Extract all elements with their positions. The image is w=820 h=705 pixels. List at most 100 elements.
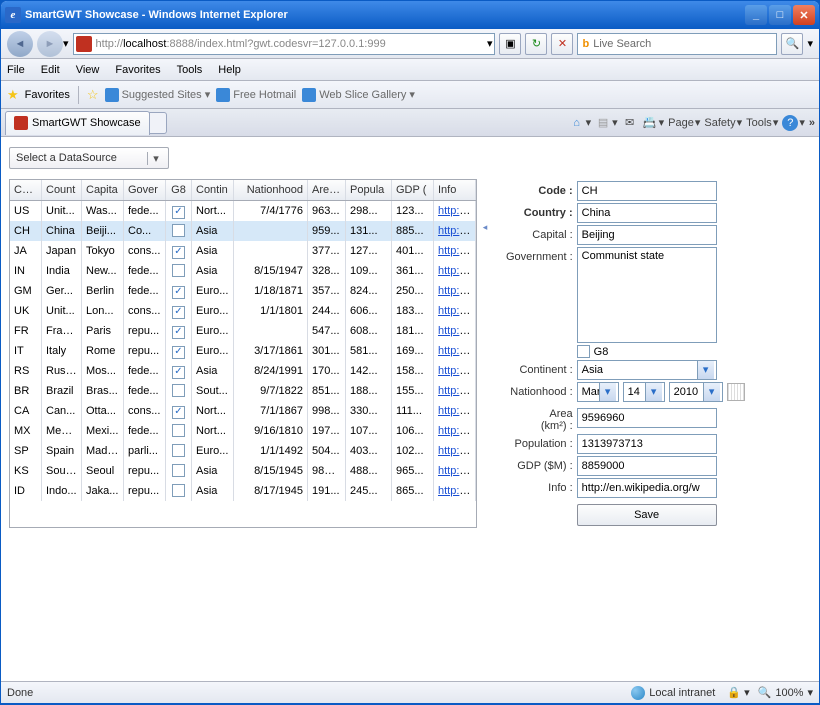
stop-button[interactable]: ✕: [551, 33, 573, 55]
info-link[interactable]: http:/...: [438, 325, 472, 337]
addr-dropdown-icon[interactable]: ▾: [487, 37, 493, 50]
col-nationhood[interactable]: Nationhood: [234, 180, 308, 200]
population-field[interactable]: 1313973713: [577, 434, 717, 454]
col-gdp[interactable]: GDP (: [392, 180, 434, 200]
minimize-button[interactable]: _: [745, 5, 767, 25]
calendar-icon[interactable]: [727, 383, 745, 401]
page-menu[interactable]: Page ▾: [668, 116, 700, 129]
info-link[interactable]: http:/...: [438, 225, 472, 237]
g8-cell-checkbox[interactable]: ✓: [172, 346, 185, 359]
more-icon[interactable]: »: [809, 117, 815, 129]
g8-cell-checkbox[interactable]: [172, 264, 185, 277]
table-row[interactable]: INIndiaNew...fede...Asia8/15/1947328...1…: [10, 261, 476, 281]
info-link[interactable]: http:/...: [438, 365, 472, 377]
back-button[interactable]: ◄: [7, 31, 33, 57]
g8-cell-checkbox[interactable]: [172, 224, 185, 237]
table-row[interactable]: UKUnit...Lon...cons...✓Euro...1/1/180124…: [10, 301, 476, 321]
area-field[interactable]: 9596960: [577, 408, 717, 428]
col-capital[interactable]: Capita: [82, 180, 124, 200]
g8-cell-checkbox[interactable]: ✓: [172, 366, 185, 379]
suggested-sites-link[interactable]: Suggested Sites ▾: [105, 88, 211, 102]
info-link[interactable]: http:/...: [438, 245, 472, 257]
security-zone[interactable]: Local intranet: [631, 686, 715, 700]
menu-view[interactable]: View: [76, 64, 100, 76]
nat-year-select[interactable]: 2010: [669, 382, 723, 402]
col-government[interactable]: Gover: [124, 180, 166, 200]
col-continent[interactable]: Contin: [192, 180, 234, 200]
info-link[interactable]: http:/...: [438, 205, 472, 217]
info-link[interactable]: http:/...: [438, 285, 472, 297]
free-hotmail-link[interactable]: Free Hotmail: [216, 88, 296, 102]
info-link[interactable]: http:/...: [438, 265, 472, 277]
table-row[interactable]: RSRussiaMos...fede...✓Asia8/24/1991170..…: [10, 361, 476, 381]
menu-edit[interactable]: Edit: [41, 64, 60, 76]
g8-cell-checkbox[interactable]: [172, 484, 185, 497]
search-box[interactable]: b Live Search: [577, 33, 777, 55]
g8-cell-checkbox[interactable]: [172, 464, 185, 477]
safety-menu[interactable]: Safety ▾: [704, 116, 742, 129]
search-dropdown-icon[interactable]: ▾: [807, 37, 813, 50]
datasource-select[interactable]: Select a DataSource: [9, 147, 169, 169]
compat-button[interactable]: ▣: [499, 33, 521, 55]
protected-mode-icon[interactable]: 🔒 ▾: [727, 686, 749, 699]
info-link[interactable]: http:/...: [438, 345, 472, 357]
menu-favorites[interactable]: Favorites: [115, 64, 160, 76]
star-icon[interactable]: ★: [7, 87, 19, 103]
tools-menu[interactable]: Tools ▾: [746, 116, 778, 129]
g8-cell-checkbox[interactable]: ✓: [172, 206, 185, 219]
table-row[interactable]: ITItalyRomerepu...✓Euro...3/17/1861301..…: [10, 341, 476, 361]
close-button[interactable]: ✕: [793, 5, 815, 25]
nat-day-select[interactable]: 14: [623, 382, 665, 402]
government-field[interactable]: Communist state: [577, 247, 717, 343]
zoom-control[interactable]: 🔍 100% ▾: [758, 686, 813, 699]
menu-tools[interactable]: Tools: [177, 64, 203, 76]
info-link[interactable]: http:/...: [438, 465, 472, 477]
favorites-label[interactable]: Favorites: [25, 89, 70, 101]
continent-select[interactable]: Asia: [577, 360, 717, 380]
col-code[interactable]: Code: [10, 180, 42, 200]
table-row[interactable]: USUnit...Was...fede...✓Nort...7/4/177696…: [10, 201, 476, 221]
new-tab-button[interactable]: [149, 112, 167, 134]
table-row[interactable]: MXMexi...Mexi...fede...Nort...9/16/18101…: [10, 421, 476, 441]
mail-button[interactable]: ✉: [622, 115, 638, 131]
print-button[interactable]: 📇▾: [642, 115, 665, 131]
country-field[interactable]: China: [577, 203, 717, 223]
code-field[interactable]: CH: [577, 181, 717, 201]
web-slice-link[interactable]: Web Slice Gallery ▾: [302, 88, 415, 102]
table-row[interactable]: CACan...Otta...cons...✓Nort...7/1/186799…: [10, 401, 476, 421]
menu-file[interactable]: File: [7, 64, 25, 76]
history-dropdown-icon[interactable]: ▾: [63, 37, 69, 50]
col-g8[interactable]: G8: [166, 180, 192, 200]
tab-smartgwt[interactable]: SmartGWT Showcase: [5, 111, 150, 135]
info-link[interactable]: http:/...: [438, 405, 472, 417]
forward-button[interactable]: ►: [37, 31, 63, 57]
table-row[interactable]: FRFranceParisrepu...✓Euro...547...608...…: [10, 321, 476, 341]
info-link[interactable]: http:/...: [438, 485, 472, 497]
g8-cell-checkbox[interactable]: [172, 384, 185, 397]
help-button[interactable]: ?▾: [782, 115, 805, 131]
gdp-field[interactable]: 8859000: [577, 456, 717, 476]
col-area[interactable]: Area (: [308, 180, 346, 200]
table-row[interactable]: IDIndo...Jaka...repu...Asia8/17/1945191.…: [10, 481, 476, 501]
feeds-button[interactable]: ▤▾: [595, 115, 618, 131]
table-row[interactable]: KSSout...Seoulrepu...Asia8/15/1945984804…: [10, 461, 476, 481]
g8-checkbox[interactable]: [577, 345, 590, 358]
table-row[interactable]: JAJapanTokyocons...✓Asia377...127...401.…: [10, 241, 476, 261]
table-row[interactable]: BRBrazilBras...fede...Sout...9/7/1822851…: [10, 381, 476, 401]
g8-cell-checkbox[interactable]: ✓: [172, 306, 185, 319]
add-fav-icon[interactable]: ☆: [87, 87, 99, 103]
col-population[interactable]: Popula: [346, 180, 392, 200]
save-button[interactable]: Save: [577, 504, 717, 526]
info-field[interactable]: http://en.wikipedia.org/w: [577, 478, 717, 498]
nat-month-select[interactable]: Mar: [577, 382, 619, 402]
info-link[interactable]: http:/...: [438, 305, 472, 317]
g8-cell-checkbox[interactable]: ✓: [172, 286, 185, 299]
info-link[interactable]: http:/...: [438, 385, 472, 397]
address-bar[interactable]: http://localhost:8888/index.html?gwt.cod…: [73, 33, 496, 55]
table-row[interactable]: GMGer...Berlinfede...✓Euro...1/18/187135…: [10, 281, 476, 301]
g8-cell-checkbox[interactable]: ✓: [172, 246, 185, 259]
g8-cell-checkbox[interactable]: ✓: [172, 406, 185, 419]
table-row[interactable]: SPSpainMadridparli...Euro...1/1/1492504.…: [10, 441, 476, 461]
g8-cell-checkbox[interactable]: ✓: [172, 326, 185, 339]
g8-cell-checkbox[interactable]: [172, 444, 185, 457]
